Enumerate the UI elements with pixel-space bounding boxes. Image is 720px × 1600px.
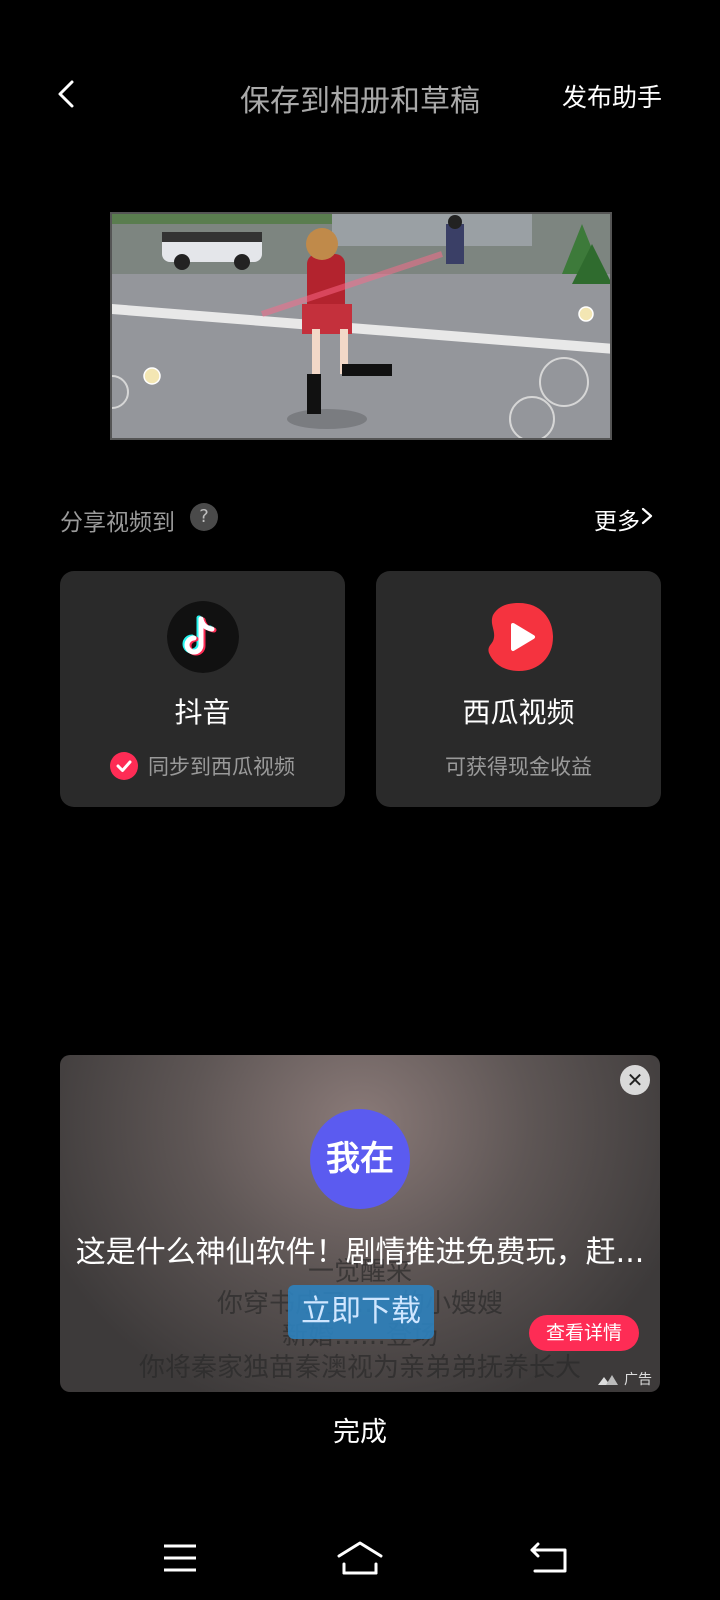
share-target-douyin[interactable]: 抖音 同步到西瓜视频 bbox=[60, 571, 345, 807]
back-nav-icon[interactable] bbox=[530, 1542, 568, 1574]
share-to-label: 分享视频到 bbox=[60, 510, 175, 536]
xigua-logo-icon bbox=[488, 603, 553, 671]
menu-icon[interactable] bbox=[163, 1543, 197, 1573]
done-button[interactable]: 完成 bbox=[0, 1410, 720, 1449]
sync-xigua-option[interactable]: 同步到西瓜视频 bbox=[60, 751, 345, 782]
chevron-right-icon bbox=[641, 507, 653, 525]
close-icon[interactable]: ✕ bbox=[620, 1065, 650, 1095]
help-icon[interactable]: ? bbox=[190, 503, 218, 531]
publish-assistant-button[interactable]: 发布助手 bbox=[562, 78, 662, 114]
more-button[interactable]: 更多 bbox=[594, 502, 640, 536]
ad-bg-line: 你将秦家独苗秦澳视为亲弟弟抚养长大 bbox=[138, 1353, 581, 1383]
ad-app-logo: 我在 bbox=[310, 1109, 410, 1209]
ad-banner[interactable]: 一觉醒来 你穿书成了……的小嫂嫂 新婚……登场 你将秦家独苗秦澳视为亲弟弟抚养长… bbox=[60, 1055, 660, 1392]
ad-provider-icon bbox=[597, 1375, 618, 1385]
share-target-xigua[interactable]: 西瓜视频 可获得现金收益 bbox=[376, 571, 661, 807]
ad-tag: 广告 bbox=[597, 1369, 652, 1389]
xigua-label: 西瓜视频 bbox=[462, 696, 575, 729]
ad-details-button[interactable]: 查看详情 bbox=[529, 1315, 639, 1351]
ad-headline: 这是什么神仙软件！剧情推进免费玩，赶... bbox=[75, 1235, 645, 1270]
sync-xigua-label: 同步到西瓜视频 bbox=[148, 755, 295, 779]
home-icon[interactable] bbox=[336, 1540, 384, 1576]
ad-tag-label: 广告 bbox=[624, 1372, 652, 1388]
cash-earnings-label: 可获得现金收益 bbox=[445, 755, 592, 779]
douyin-label: 抖音 bbox=[174, 696, 231, 729]
video-thumbnail bbox=[112, 214, 610, 438]
checkmark-icon[interactable] bbox=[110, 752, 138, 780]
video-preview[interactable] bbox=[110, 212, 612, 440]
ad-download-button[interactable]: 立即下载 bbox=[288, 1285, 434, 1339]
douyin-logo-icon bbox=[167, 601, 239, 673]
